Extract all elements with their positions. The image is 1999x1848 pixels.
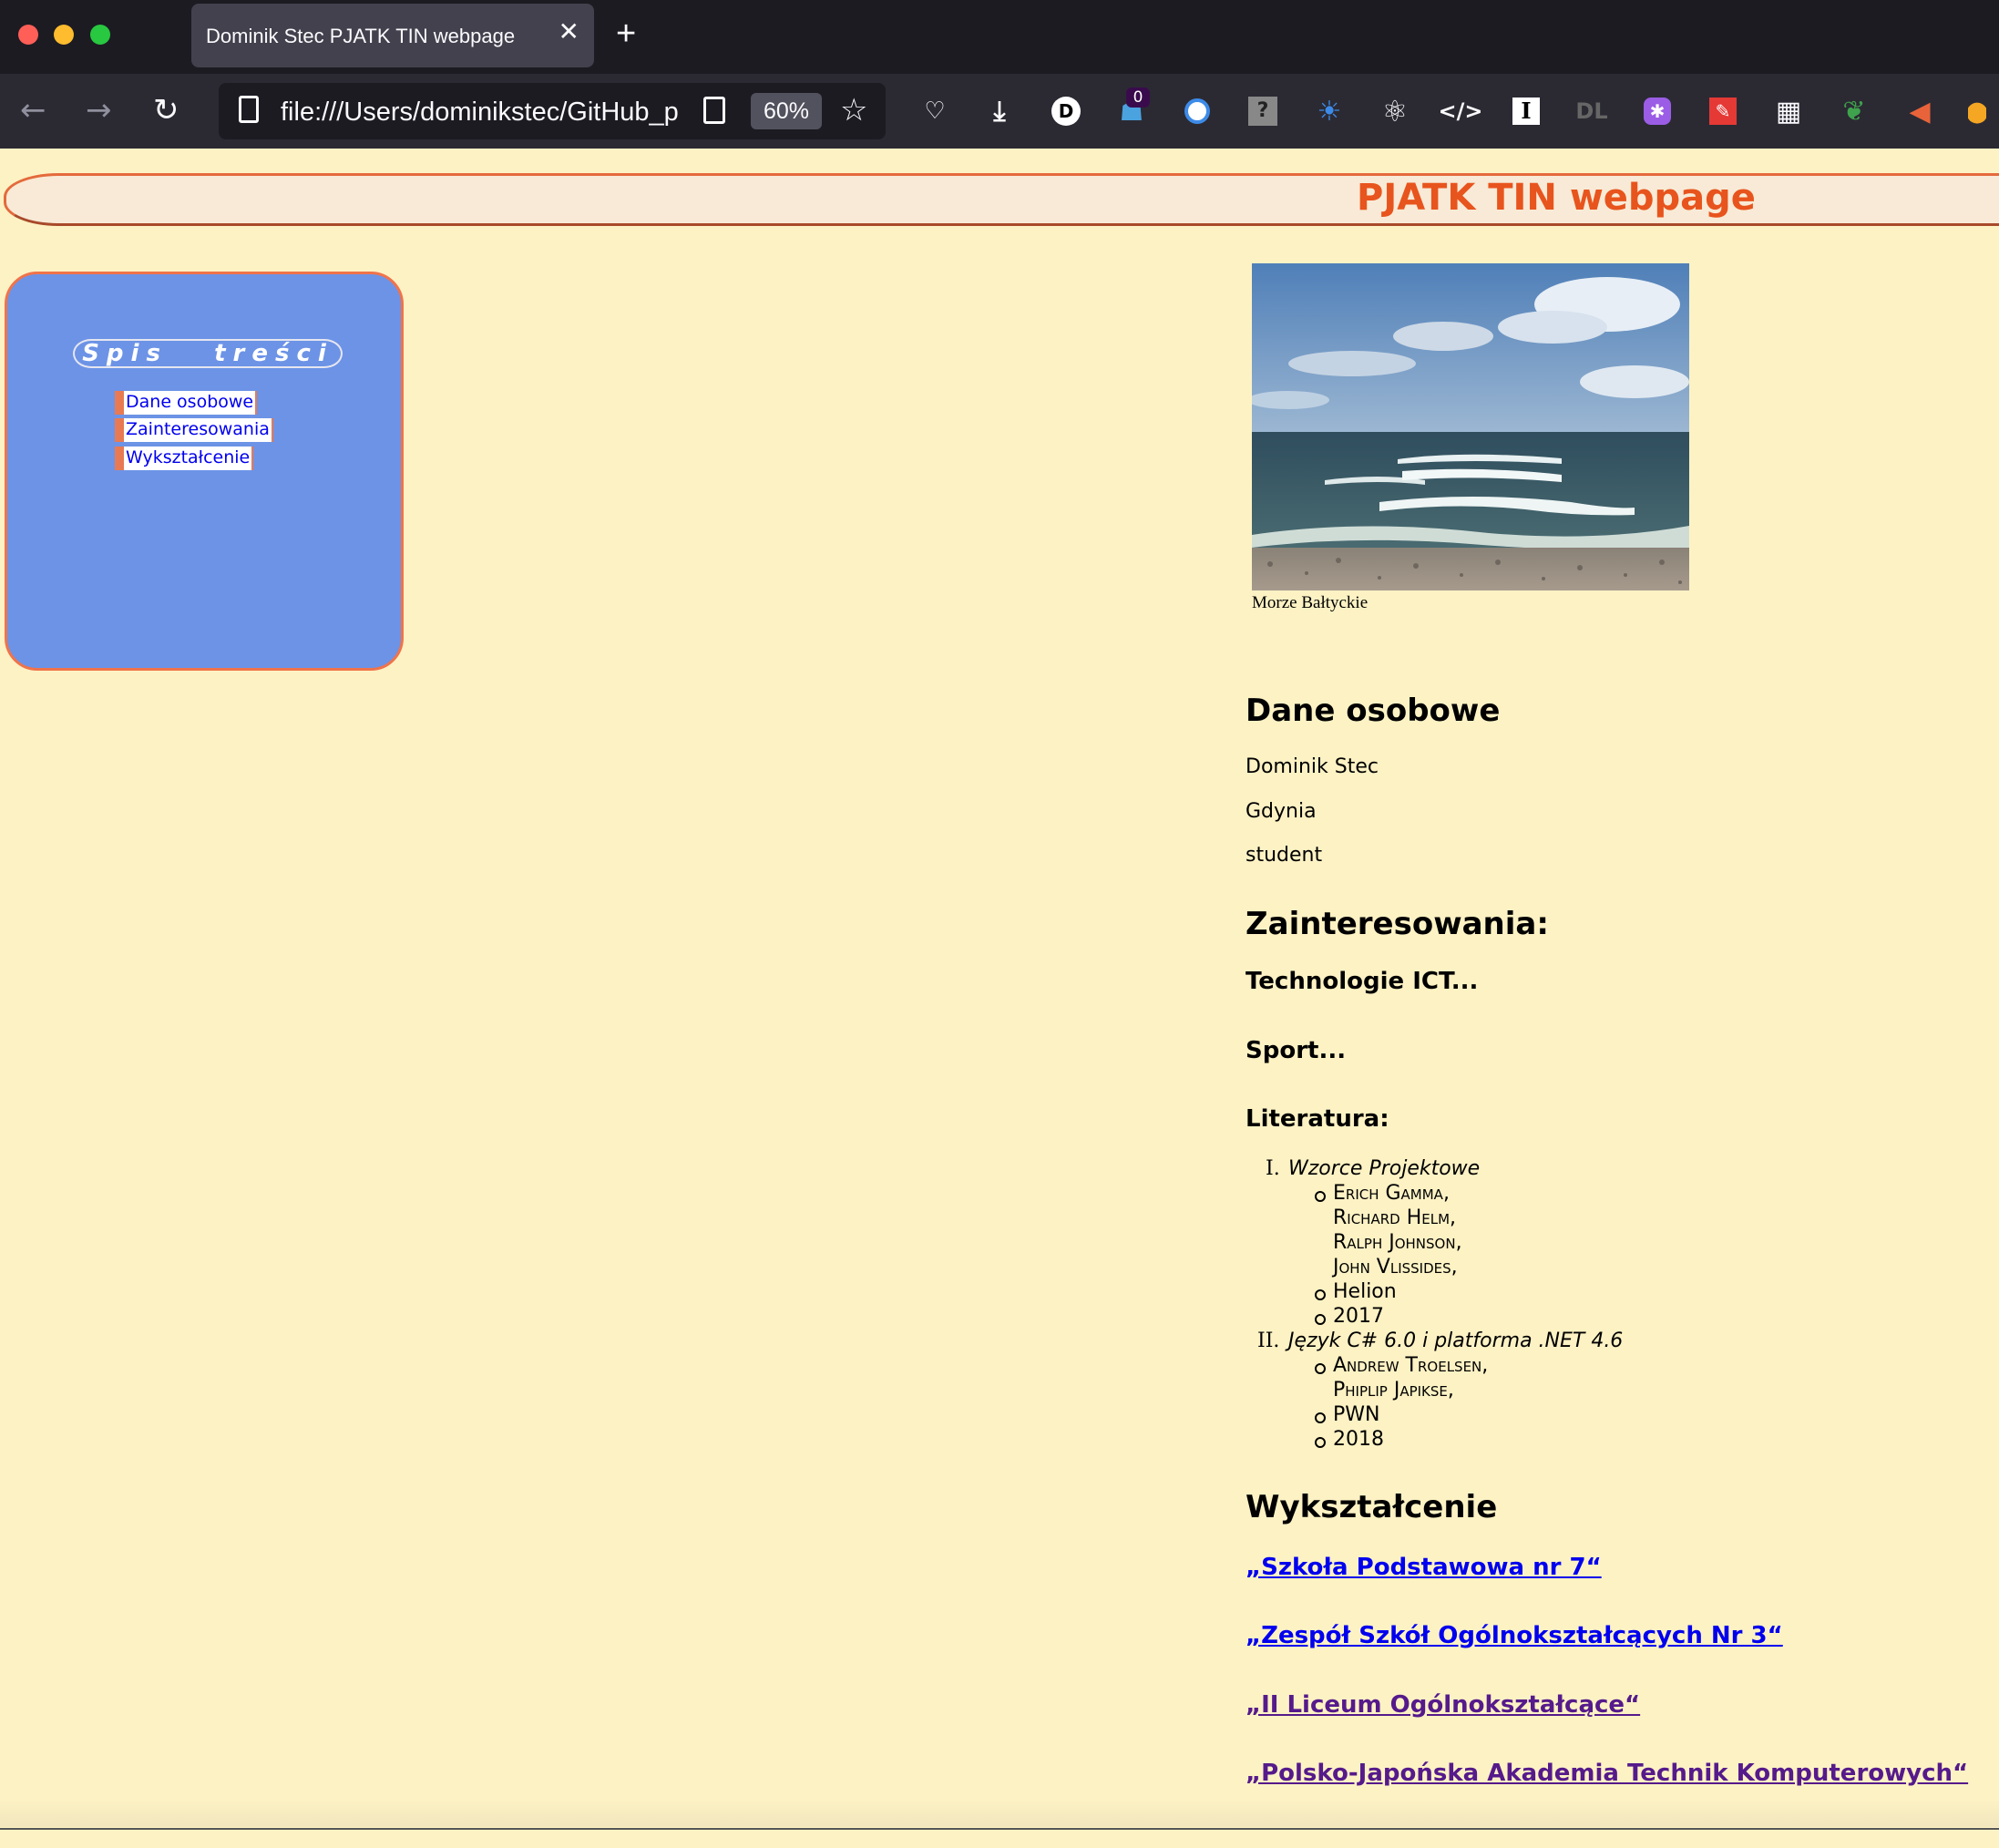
url-text[interactable]: file:///Users/dominikstec/GitHub_p [281, 98, 682, 128]
reader-view-icon[interactable] [703, 97, 725, 124]
apps-grid-icon[interactable]: ▦ [1771, 94, 1806, 128]
list-number: I. [1266, 1157, 1280, 1180]
book-title: Wzorce Projektowe [1288, 1157, 1481, 1180]
section-heading-wyksztalcenie: Wykształcenie [1246, 1489, 1498, 1525]
education-link-zespol-szkol[interactable]: „Zespół Szkół Ogólnokształcących Nr 3“ [1246, 1622, 1783, 1649]
book-author: Erich Gamma, [1333, 1182, 1450, 1205]
url-bar[interactable]: file:///Users/dominikstec/GitHub_p 60% ☆ [219, 83, 886, 139]
toc-link-zainteresowania[interactable]: Zainteresowania [115, 418, 273, 442]
bookmark-star-icon[interactable]: ☆ [840, 94, 867, 127]
interest-ict: Technologie ICT... [1246, 968, 1479, 995]
toc-panel: Spis treści Dane osobowe Zainteresowania… [5, 272, 404, 671]
list-bullet [1315, 1191, 1326, 1202]
personal-city: Gdynia [1246, 800, 1317, 823]
extension-badge: 0 [1126, 87, 1150, 108]
personal-name: Dominik Stec [1246, 755, 1379, 778]
pocket-icon[interactable]: ♡ [917, 94, 952, 128]
extension-i-icon[interactable]: I [1509, 94, 1543, 128]
megaphone-icon[interactable]: ◀ [1902, 94, 1937, 128]
extension-dl-icon[interactable]: DL [1574, 94, 1609, 128]
list-number: II. [1257, 1330, 1280, 1352]
interest-sport: Sport... [1246, 1037, 1347, 1064]
list-bullet [1315, 1437, 1326, 1448]
window-close-button[interactable] [18, 25, 38, 45]
book-author: Ralph Johnson, [1333, 1231, 1462, 1254]
browser-tab-active[interactable]: Dominik Stec PJATK TIN webpage ✕ [191, 4, 594, 67]
download-icon[interactable]: ⤓ [982, 94, 1017, 128]
bug-icon[interactable]: ☀ [1312, 94, 1347, 128]
personal-occupation: student [1246, 844, 1323, 867]
section-heading-zainteresowania: Zainteresowania: [1246, 906, 1549, 942]
toc-link-dane-osobowe[interactable]: Dane osobowe [115, 391, 258, 415]
zoom-level-button[interactable]: 60% [751, 93, 822, 129]
toc-link-wyksztalcenie[interactable]: Wykształcenie [115, 447, 254, 470]
window-maximize-button[interactable] [90, 25, 110, 45]
list-bullet [1315, 1363, 1326, 1374]
education-link-liceum[interactable]: „II Liceum Ogólnokształcące“ [1246, 1691, 1640, 1719]
code-icon[interactable]: </> [1439, 94, 1483, 128]
reload-icon[interactable]: ↻ [153, 92, 179, 128]
book-author: Phiplip Japikse, [1333, 1379, 1454, 1401]
book-title: Język C# 6.0 i platforma .NET 4.6 [1288, 1330, 1624, 1352]
page-icon [239, 96, 259, 123]
footer-divider [0, 1828, 1999, 1830]
extension-hex-icon[interactable]: ✱ [1640, 94, 1675, 128]
education-link-szkola-podstawowa[interactable]: „Szkoła Podstawowa nr 7“ [1246, 1554, 1602, 1581]
book-author: Richard Helm, [1333, 1206, 1457, 1229]
book-year: 2017 [1333, 1305, 1384, 1328]
education-link-pjatk[interactable]: „Polsko-Japońska Akademia Technik Komput… [1246, 1760, 1968, 1787]
photo-caption: Morze Bałtyckie [1252, 593, 1369, 612]
forward-arrow-icon[interactable]: → [86, 92, 112, 128]
book-year: 2018 [1333, 1428, 1384, 1451]
extension-circle-icon[interactable] [1180, 94, 1215, 128]
book-author: John Vlissides, [1333, 1256, 1458, 1278]
footer-shade [0, 1800, 1999, 1827]
browser-tab-bar: Dominik Stec PJATK TIN webpage ✕ + [0, 0, 1999, 74]
react-devtools-icon[interactable]: ⚛ [1378, 94, 1412, 128]
interest-literature: Literatura: [1246, 1105, 1389, 1133]
extension-partial-icon[interactable]: ● [1968, 94, 1986, 128]
list-bullet [1315, 1289, 1326, 1300]
tab-title: Dominik Stec PJATK TIN webpage [206, 25, 516, 47]
book-publisher: Helion [1333, 1280, 1397, 1303]
help-icon[interactable]: ? [1246, 94, 1280, 128]
extension-d-icon[interactable]: D [1049, 94, 1083, 128]
tab-close-icon[interactable]: ✕ [559, 18, 579, 46]
extension-wand-icon[interactable]: ✎ [1706, 94, 1740, 128]
evernote-icon[interactable]: ❦ [1837, 94, 1871, 128]
book-publisher: PWN [1333, 1403, 1380, 1426]
window-minimize-button[interactable] [54, 25, 74, 45]
new-tab-button[interactable]: + [616, 15, 636, 52]
list-bullet [1315, 1314, 1326, 1325]
toc-title: Spis treści [73, 339, 343, 368]
page-title: PJATK TIN webpage [1357, 177, 1756, 219]
list-bullet [1315, 1412, 1326, 1423]
book-author: Andrew Troelsen, [1333, 1354, 1489, 1377]
back-arrow-icon[interactable]: ← [20, 92, 46, 128]
section-heading-dane-osobowe: Dane osobowe [1246, 693, 1501, 729]
baltic-sea-photo [1252, 263, 1689, 590]
